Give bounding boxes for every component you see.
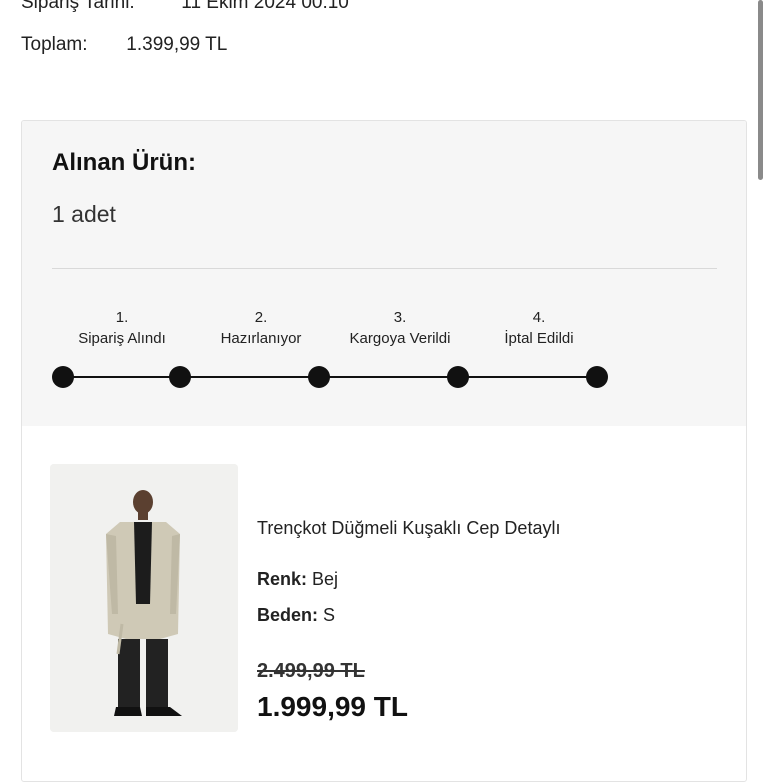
item-quantity: 1 adet <box>52 201 116 227</box>
order-total-value: 1.399,99 TL <box>126 34 228 55</box>
progress-line <box>63 376 597 378</box>
step-title: İptal Edildi <box>504 330 574 347</box>
step-5-dot <box>586 366 608 388</box>
size-label: Beden: <box>257 605 319 625</box>
step-3-label: 3. Kargoya Verildi <box>335 307 465 349</box>
step-4-label: 4. İptal Edildi <box>474 307 604 349</box>
product-color: Renk: Bej <box>257 569 338 590</box>
step-number: 4. <box>532 309 546 326</box>
step-3-dot <box>308 366 330 388</box>
card-header: Alınan Ürün: 1 adet 1. Sipariş Alındı 2.… <box>22 121 746 426</box>
step-1-dot <box>52 366 74 388</box>
scrollbar[interactable] <box>758 0 763 180</box>
step-title: Sipariş Alındı <box>78 330 166 347</box>
step-title: Hazırlanıyor <box>220 330 302 347</box>
original-price: 2.499,99 TL <box>257 660 365 682</box>
color-label: Renk: <box>257 569 308 589</box>
order-date-value: 11 Ekim 2024 00:10 <box>181 0 349 13</box>
step-title: Kargoya Verildi <box>349 330 451 347</box>
step-2-dot <box>169 366 191 388</box>
sale-price: 1.999,99 TL <box>257 691 408 722</box>
order-date-row: Sipariş Tarihi: 11 Ekim 2024 00:10 <box>21 0 349 14</box>
product-image[interactable] <box>50 464 238 732</box>
step-4-dot <box>447 366 469 388</box>
divider <box>52 268 717 269</box>
order-total-row: Toplam: 1.399,99 TL <box>21 34 227 56</box>
step-2-label: 2. Hazırlanıyor <box>196 307 326 349</box>
trench-coat-model-image <box>50 464 238 732</box>
order-date-label: Sipariş Tarihi: <box>21 0 135 13</box>
card-title: Alınan Ürün: <box>52 149 196 176</box>
product-name[interactable]: Trençkot Düğmeli Kuşaklı Cep Detaylı <box>257 518 560 539</box>
purchased-item-card: Alınan Ürün: 1 adet 1. Sipariş Alındı 2.… <box>21 120 747 782</box>
order-total-label: Toplam: <box>21 34 88 55</box>
step-number: 1. <box>115 309 129 326</box>
step-number: 3. <box>393 309 407 326</box>
product-size: Beden: S <box>257 605 335 626</box>
step-number: 2. <box>254 309 268 326</box>
step-1-label: 1. Sipariş Alındı <box>57 307 187 349</box>
color-value: Bej <box>312 569 339 589</box>
size-value: S <box>323 605 336 625</box>
